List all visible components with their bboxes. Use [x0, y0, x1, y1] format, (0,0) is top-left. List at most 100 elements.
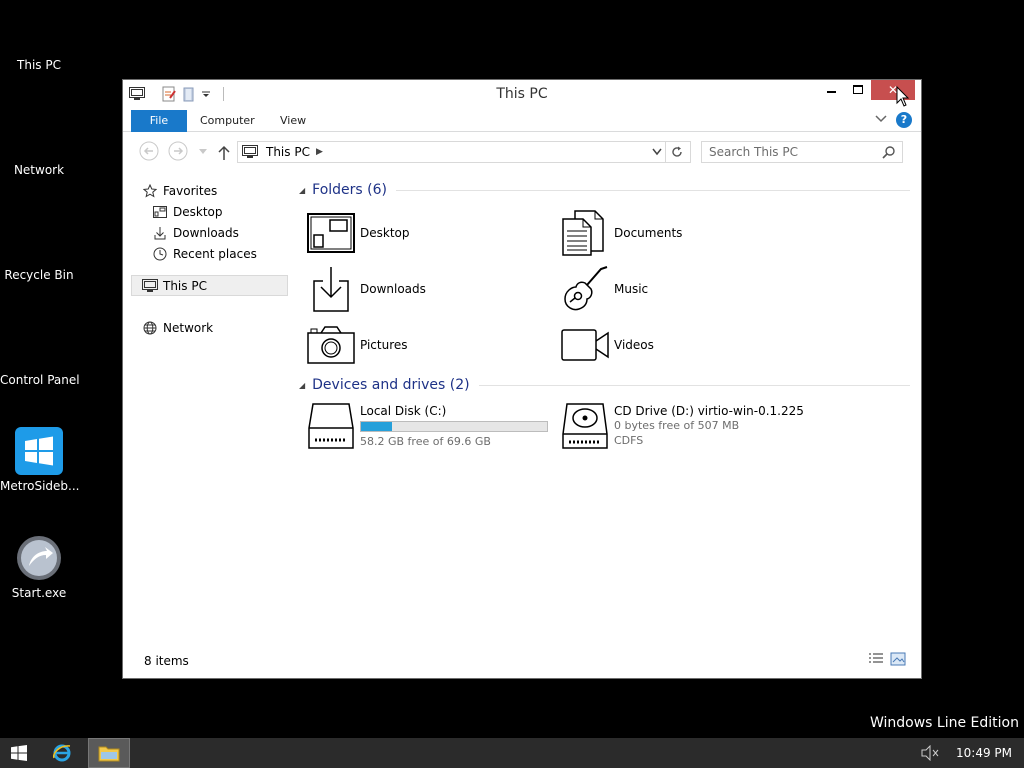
folder-documents[interactable]: Documents [560, 208, 682, 258]
forward-button[interactable] [168, 141, 188, 161]
nav-label: Downloads [173, 225, 239, 240]
tile-label: Downloads [360, 282, 426, 296]
taskbar-internet-explorer[interactable] [42, 738, 82, 768]
windows-logo-icon [11, 745, 27, 761]
nav-label: Network [163, 320, 214, 335]
collapse-triangle-icon[interactable]: ◢ [299, 381, 305, 390]
details-view-icon[interactable] [868, 652, 884, 666]
nav-label: Recent places [173, 246, 257, 261]
desktop-icon-metrosidebar[interactable]: MetroSideb... [0, 427, 80, 493]
cd-drive-icon [562, 403, 608, 449]
clock-icon [153, 247, 167, 260]
group-title: Devices and drives (2) [312, 377, 470, 393]
drive-free-space: 0 bytes free of 507 MB [614, 419, 740, 432]
tile-label: Music [614, 282, 649, 296]
back-button[interactable] [139, 141, 159, 161]
tile-label: Pictures [360, 338, 408, 352]
address-row: This PC ▶ [123, 132, 921, 166]
taskbar-clock[interactable]: 10:49 PM [956, 746, 1012, 760]
collapse-triangle-icon[interactable]: ◢ [299, 186, 305, 195]
tab-view[interactable]: View [280, 110, 306, 132]
search-box[interactable] [701, 141, 903, 163]
file-explorer-icon [98, 746, 120, 762]
ribbon: File Computer View ? [123, 108, 921, 132]
tab-file[interactable]: File [131, 110, 187, 132]
disk-usage-fill [361, 421, 392, 431]
content-pane: ◢ Folders (6) Desktop Documents Download… [298, 180, 910, 449]
minimize-icon [827, 91, 836, 93]
refresh-button[interactable] [665, 141, 687, 163]
documents-folder-icon [562, 210, 604, 256]
mouse-cursor-icon [896, 86, 910, 107]
folders-group-header[interactable]: ◢ Folders (6) [298, 180, 910, 200]
maximize-button[interactable] [845, 80, 871, 100]
desktop-folder-icon [307, 213, 355, 253]
start-exe-icon [17, 536, 61, 580]
navigation-pane: Favorites Desktop Downloads Recent place… [131, 180, 288, 338]
downloads-folder-icon [313, 267, 349, 312]
help-button[interactable]: ? [896, 112, 912, 128]
nav-recent-places[interactable]: Recent places [131, 243, 288, 264]
nav-label: Desktop [173, 204, 223, 219]
nav-downloads[interactable]: Downloads [131, 222, 288, 243]
desktop-icon-recycle-bin[interactable]: Recycle Bin [0, 268, 78, 282]
drive-cd-d[interactable]: CD Drive (D:) virtio-win-0.1.225 0 bytes… [560, 401, 804, 451]
search-icon[interactable] [882, 145, 896, 159]
desktop-icon-label: Start.exe [11, 586, 67, 600]
desktop-icon-start-exe[interactable]: Start.exe [0, 534, 78, 600]
desktop-icon-control-panel[interactable]: Control Panel [0, 373, 80, 387]
disk-usage-bar [360, 420, 548, 432]
nav-desktop[interactable]: Desktop [131, 201, 288, 222]
volume-muted-icon [921, 745, 939, 761]
expand-ribbon-icon[interactable] [875, 114, 887, 124]
drive-free-space: 58.2 GB free of 69.6 GB [360, 434, 491, 448]
recent-locations-icon[interactable] [199, 149, 207, 155]
address-dropdown-icon[interactable] [652, 148, 662, 156]
desktop-icon-this-pc[interactable]: This PC [0, 58, 78, 72]
taskbar-file-explorer[interactable] [88, 738, 130, 768]
edition-watermark: Windows Line Edition [869, 715, 1019, 731]
tile-label: Documents [614, 226, 683, 240]
desktop-icon-label: MetroSideb... [0, 479, 80, 493]
address-bar[interactable]: This PC ▶ [237, 141, 691, 163]
drives-group-header[interactable]: ◢ Devices and drives (2) [298, 375, 910, 395]
group-title: Folders (6) [312, 182, 387, 198]
desktop-icon-label: Recycle Bin [4, 268, 74, 282]
folder-pictures[interactable]: Pictures [306, 320, 408, 370]
folder-videos[interactable]: Videos [560, 320, 654, 370]
nav-network[interactable]: Network [131, 317, 288, 338]
nav-label: Favorites [163, 183, 218, 198]
guitar-icon [564, 266, 608, 311]
drive-local-c[interactable]: Local Disk (C:) 58.2 GB free of 69.6 GB [306, 401, 548, 451]
minimize-button[interactable] [819, 80, 845, 100]
breadcrumb-arrow-icon[interactable]: ▶ [316, 147, 323, 157]
title-bar[interactable]: This PC ✕ [123, 80, 921, 108]
large-icons-view-icon[interactable] [890, 652, 906, 666]
nav-favorites[interactable]: Favorites [131, 180, 288, 201]
globe-icon [143, 321, 157, 334]
start-button[interactable] [0, 738, 38, 768]
folder-desktop[interactable]: Desktop [306, 208, 410, 258]
search-input[interactable] [702, 142, 872, 162]
desktop-icon [153, 205, 167, 218]
address-path[interactable]: This PC [266, 145, 310, 159]
maximize-icon [853, 85, 863, 94]
tab-computer[interactable]: Computer [200, 110, 255, 132]
nav-this-pc[interactable]: This PC [131, 275, 288, 296]
internet-explorer-icon [52, 744, 71, 762]
computer-icon [142, 278, 158, 292]
window-title: This PC [496, 86, 548, 102]
download-icon [154, 226, 166, 239]
up-button[interactable] [217, 145, 231, 161]
folder-music[interactable]: Music [560, 264, 648, 314]
drive-filesystem: CDFS [614, 434, 644, 447]
tile-label: Desktop [360, 226, 410, 240]
drive-name: Local Disk (C:) [360, 403, 447, 418]
this-pc-icon [242, 145, 258, 158]
volume-button[interactable] [916, 738, 944, 768]
tile-label: Videos [614, 338, 654, 352]
folder-downloads[interactable]: Downloads [306, 264, 426, 314]
drive-name: CD Drive (D:) virtio-win-0.1.225 [614, 404, 804, 418]
desktop-icon-label: Network [13, 163, 65, 177]
desktop-icon-network[interactable]: Network [0, 163, 78, 177]
